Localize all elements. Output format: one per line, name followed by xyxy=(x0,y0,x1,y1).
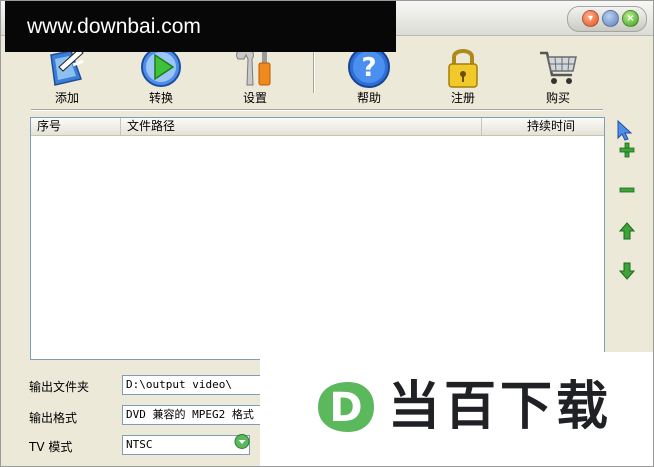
tv-mode-label: TV 模式 xyxy=(29,440,73,454)
output-format-select[interactable]: DVD 兼容的 MPEG2 格式 xyxy=(122,405,268,425)
toolbar-register-label: 注册 xyxy=(450,91,475,105)
file-list-header: 序号 文件路径 持续时间 xyxy=(31,118,604,136)
move-up-icon[interactable] xyxy=(617,220,637,242)
output-folder-label: 输出文件夹 xyxy=(29,380,90,394)
output-folder-field[interactable]: D:\output video\ xyxy=(122,375,268,395)
pointer-icon[interactable] xyxy=(615,119,635,141)
window-controls: ▾ × xyxy=(567,6,647,32)
toolbar-settings-button[interactable]: 设置 xyxy=(218,45,292,107)
svg-text:?: ? xyxy=(361,53,376,83)
toolbar-help-button[interactable]: ? 帮助 xyxy=(332,45,406,107)
add-icon[interactable] xyxy=(617,139,637,161)
toolbar-add-label: 添加 xyxy=(54,91,79,105)
file-list[interactable]: 序号 文件路径 持续时间 xyxy=(30,117,605,360)
column-header-duration[interactable]: 持续时间 xyxy=(482,118,604,135)
buy-cart-icon xyxy=(540,51,577,84)
watermark-banner: www.downbai.com xyxy=(5,1,396,52)
toolbar-help-label: 帮助 xyxy=(356,91,381,105)
minimize-button[interactable]: ▾ xyxy=(582,10,599,27)
register-lock-icon xyxy=(448,49,478,88)
close-icon: × xyxy=(626,13,635,24)
logo-letter: D xyxy=(329,385,362,431)
logo-text: 当百下载 xyxy=(388,377,613,437)
toolbar-add-button[interactable]: 添加 xyxy=(30,45,104,107)
watermark-text: www.downbai.com xyxy=(27,15,201,38)
maximize-icon xyxy=(603,11,618,26)
downbai-d-logo-icon: D xyxy=(318,382,374,432)
chevron-down-icon[interactable] xyxy=(234,433,250,450)
column-header-path[interactable]: 文件路径 xyxy=(121,118,482,135)
output-format-label: 输出格式 xyxy=(29,411,78,425)
tv-mode-select[interactable]: NTSC xyxy=(122,435,250,455)
toolbar-register-button[interactable]: 注册 xyxy=(426,45,500,107)
remove-icon[interactable] xyxy=(617,179,637,201)
app-window: ▾ × www.downbai.com 添加 转换 设置 ? 帮助 注册 购买 … xyxy=(0,0,654,467)
minimize-icon: ▾ xyxy=(587,13,594,24)
maximize-button[interactable] xyxy=(602,10,619,27)
move-down-icon[interactable] xyxy=(617,260,637,282)
toolbar-convert-button[interactable]: 转换 xyxy=(124,45,198,107)
toolbar-buy-label: 购买 xyxy=(545,91,570,105)
toolbar-separator xyxy=(313,51,315,93)
toolbar-settings-label: 设置 xyxy=(242,91,267,105)
toolbar-buy-button[interactable]: 购买 xyxy=(521,45,595,107)
toolbar-divider xyxy=(31,109,603,111)
downbai-logo-overlay: D 当百下载 xyxy=(260,352,653,466)
toolbar-convert-label: 转换 xyxy=(148,91,173,105)
close-button[interactable]: × xyxy=(622,10,639,27)
column-header-index[interactable]: 序号 xyxy=(31,118,121,135)
